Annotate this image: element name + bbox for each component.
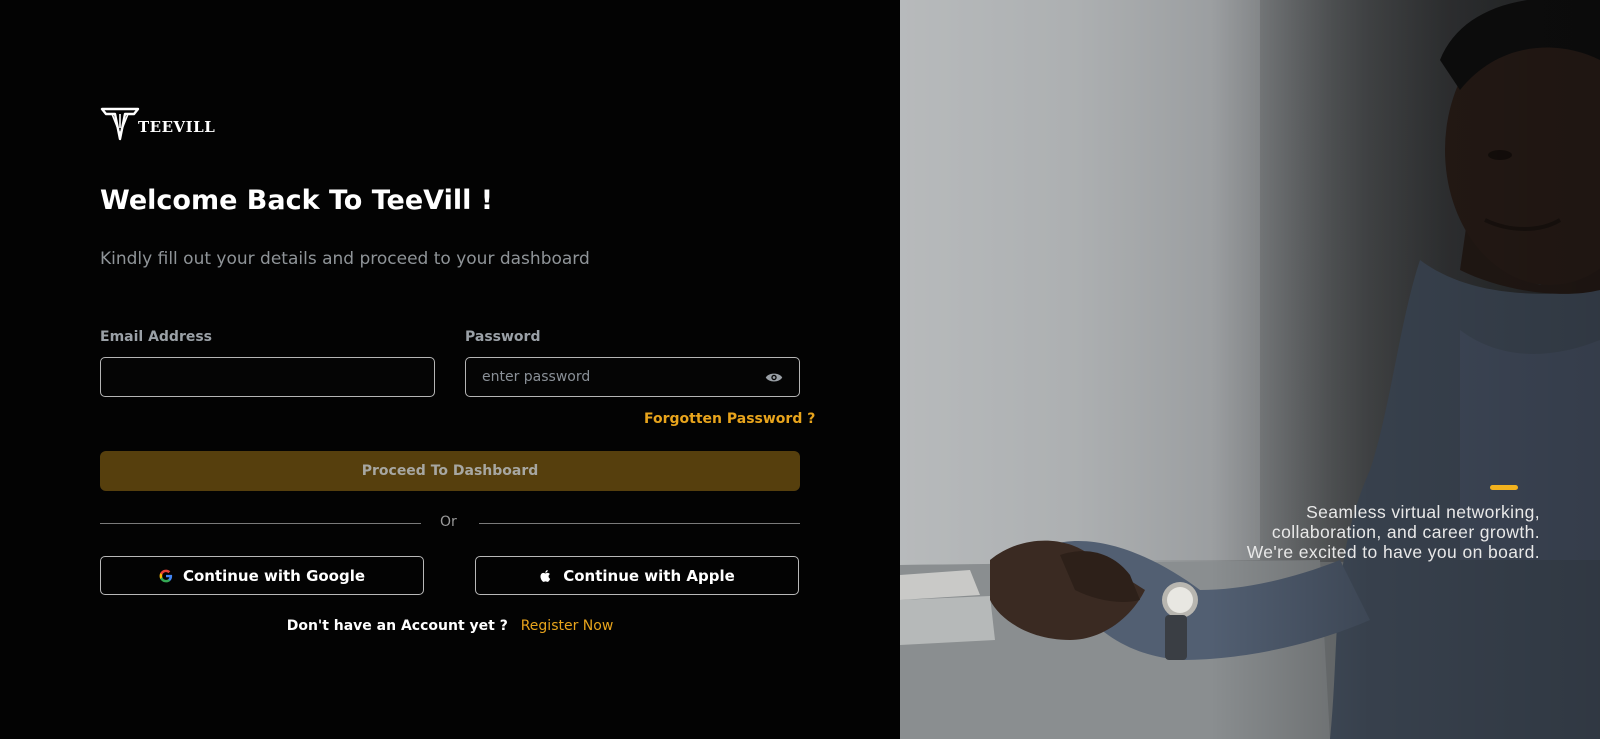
- hero-tagline: Seamless virtual networking, collaborati…: [1247, 502, 1540, 562]
- teevill-logo: TEEVILL: [100, 106, 215, 142]
- no-account-text: Don't have an Account yet ?: [286, 618, 508, 634]
- apple-button-label: Continue with Apple: [563, 566, 735, 585]
- password-label: Password: [465, 329, 541, 345]
- teevill-logo-mark-icon: [100, 107, 140, 141]
- apple-icon: [540, 569, 551, 582]
- tagline-line: We're excited to have you on board.: [1246, 542, 1540, 562]
- image-overlay: [1210, 0, 1600, 739]
- divider-or-text: Or: [440, 514, 457, 530]
- google-signin-button[interactable]: Continue with Google: [100, 556, 424, 595]
- login-panel: TEEVILL Welcome Back To TeeVill ! Kindly…: [0, 0, 900, 739]
- logo-text: TEEVILL: [138, 118, 216, 136]
- forgot-password-link[interactable]: Forgotten Password ?: [644, 411, 815, 427]
- eye-icon[interactable]: [765, 370, 783, 384]
- accent-bar: [1490, 485, 1518, 490]
- google-button-label: Continue with Google: [182, 566, 366, 585]
- tagline-line: collaboration, and career growth.: [1271, 522, 1540, 542]
- email-label: Email Address: [100, 329, 213, 345]
- tagline-line: Seamless virtual networking,: [1306, 502, 1540, 522]
- apple-signin-button[interactable]: Continue with Apple: [475, 556, 799, 595]
- page-subtitle: Kindly fill out your details and proceed…: [100, 249, 590, 269]
- divider-line-right: [479, 523, 800, 524]
- register-row: Don't have an Account yet ? Register Now: [0, 618, 900, 634]
- page-title: Welcome Back To TeeVill !: [100, 185, 494, 216]
- google-icon: [159, 569, 173, 582]
- hero-image-panel: Seamless virtual networking, collaborati…: [900, 0, 1600, 739]
- email-field[interactable]: [101, 358, 434, 396]
- register-link[interactable]: Register Now: [521, 618, 614, 634]
- divider-line-left: [100, 523, 421, 524]
- proceed-button[interactable]: Proceed To Dashboard: [100, 451, 800, 491]
- password-field-wrapper: [465, 357, 800, 397]
- password-field[interactable]: [482, 358, 765, 396]
- email-field-wrapper: [100, 357, 435, 397]
